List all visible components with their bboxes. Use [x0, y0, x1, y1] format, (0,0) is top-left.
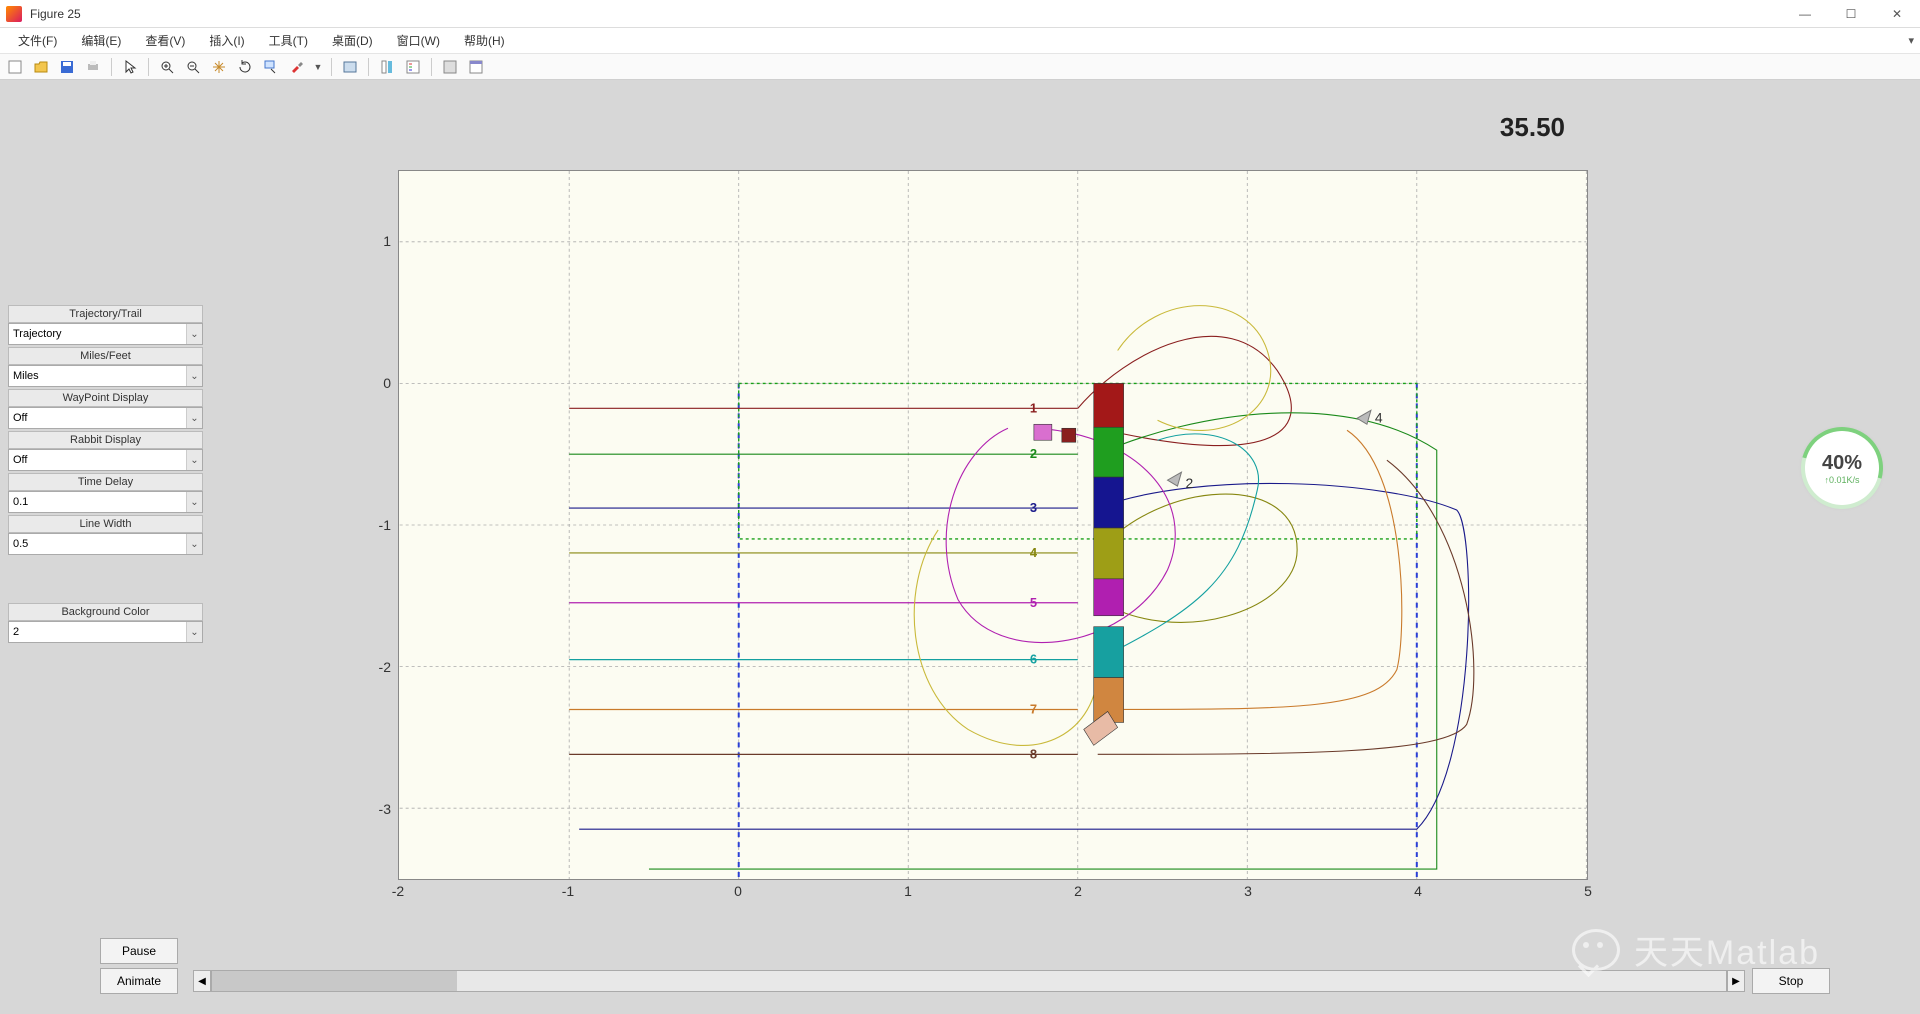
xtick: 2: [1074, 883, 1082, 899]
menu-view[interactable]: 查看(V): [133, 28, 197, 53]
open-icon[interactable]: [30, 56, 52, 78]
menu-edit[interactable]: 编辑(E): [69, 28, 133, 53]
menu-help[interactable]: 帮助(H): [452, 28, 517, 53]
waypoint-label: WayPoint Display: [8, 389, 203, 407]
minimize-button[interactable]: —: [1782, 0, 1828, 28]
animation-buttons: Pause Animate: [100, 938, 178, 994]
menu-desktop[interactable]: 桌面(D): [320, 28, 385, 53]
marker-2: 2: [1185, 475, 1193, 491]
chevron-down-icon: ⌄: [186, 622, 202, 642]
slider-left-icon[interactable]: ◀: [193, 970, 211, 992]
pan-icon[interactable]: [208, 56, 230, 78]
rabbit-select[interactable]: Off⌄: [8, 449, 203, 471]
chevron-down-icon: ⌄: [186, 324, 202, 344]
lane-label-1: 1: [1030, 400, 1037, 415]
menu-file[interactable]: 文件(F): [6, 28, 69, 53]
chevron-down-icon: ⌄: [186, 408, 202, 428]
lane-label-5: 5: [1030, 595, 1037, 610]
waypoint-select[interactable]: Off⌄: [8, 407, 203, 429]
trajectory-label: Trajectory/Trail: [8, 305, 203, 323]
linewidth-select[interactable]: 0.5⌄: [8, 533, 203, 555]
marker-4: 4: [1375, 409, 1383, 425]
chevron-down-icon: ⌄: [186, 534, 202, 554]
plot-area: 35.50 1 0 -1 -2 -3 -2 -1 0 1 2 3 4 5: [270, 110, 1585, 980]
new-figure-icon[interactable]: [4, 56, 26, 78]
lane-label-8: 8: [1030, 746, 1037, 761]
widget-speed: ↑0.01K/s: [1824, 475, 1859, 485]
milesfeet-label: Miles/Feet: [8, 347, 203, 365]
pause-button[interactable]: Pause: [100, 938, 178, 964]
xtick: -2: [392, 883, 404, 899]
milesfeet-select[interactable]: Miles⌄: [8, 365, 203, 387]
timedelay-label: Time Delay: [8, 473, 203, 491]
menu-overflow-icon[interactable]: ▾: [1908, 34, 1914, 47]
sim-time-label: 35.50: [1500, 112, 1565, 143]
menubar: 文件(F) 编辑(E) 查看(V) 插入(I) 工具(T) 桌面(D) 窗口(W…: [0, 28, 1920, 54]
xtick: 3: [1244, 883, 1252, 899]
widget-percent: 40%: [1822, 452, 1862, 475]
ytick: -1: [379, 517, 391, 533]
timedelay-select[interactable]: 0.1⌄: [8, 491, 203, 513]
ytick: -3: [379, 801, 391, 817]
window-title: Figure 25: [30, 7, 1782, 21]
watermark-text: 天天Matlab: [1634, 925, 1820, 974]
legend-icon[interactable]: [402, 56, 424, 78]
watermark: 天天Matlab: [1572, 925, 1820, 974]
chevron-down-icon: ⌄: [186, 492, 202, 512]
ytick: 1: [383, 233, 391, 249]
menu-insert[interactable]: 插入(I): [197, 28, 256, 53]
colorbar-icon[interactable]: [376, 56, 398, 78]
wechat-icon: [1572, 929, 1620, 971]
matlab-icon: [6, 6, 22, 22]
toolbar: ▼: [0, 54, 1920, 80]
datacursor-icon[interactable]: [260, 56, 282, 78]
pointer-icon[interactable]: [119, 56, 141, 78]
axes[interactable]: 2 4: [398, 170, 1588, 880]
xtick: 4: [1414, 883, 1422, 899]
xtick: 0: [734, 883, 742, 899]
brush-dropdown-icon[interactable]: ▼: [312, 56, 324, 78]
lane-label-2: 2: [1030, 446, 1037, 461]
left-control-panel: Trajectory/Trail Trajectory⌄ Miles/Feet …: [8, 305, 203, 645]
xtick: -1: [562, 883, 574, 899]
brush-icon[interactable]: [286, 56, 308, 78]
lane-label-7: 7: [1030, 701, 1037, 716]
bgcolor-label: Background Color: [8, 603, 203, 621]
rotate-icon[interactable]: [234, 56, 256, 78]
chevron-down-icon: ⌄: [186, 366, 202, 386]
trajectory-select[interactable]: Trajectory⌄: [8, 323, 203, 345]
window-controls: — ☐ ✕: [1782, 0, 1920, 28]
speed-widget[interactable]: 40% ↑0.01K/s: [1804, 430, 1880, 506]
rabbit-label: Rabbit Display: [8, 431, 203, 449]
ytick: -2: [379, 659, 391, 675]
lane-label-4: 4: [1030, 545, 1038, 560]
show-plot-icon[interactable]: [465, 56, 487, 78]
save-icon[interactable]: [56, 56, 78, 78]
maximize-button[interactable]: ☐: [1828, 0, 1874, 28]
lane-label-3: 3: [1030, 500, 1037, 515]
print-icon[interactable]: [82, 56, 104, 78]
figure-canvas: Trajectory/Trail Trajectory⌄ Miles/Feet …: [0, 80, 1920, 1014]
xtick: 5: [1584, 883, 1592, 899]
ytick: 0: [383, 375, 391, 391]
chevron-down-icon: ⌄: [186, 450, 202, 470]
xtick: 1: [904, 883, 912, 899]
close-button[interactable]: ✕: [1874, 0, 1920, 28]
bgcolor-select[interactable]: 2⌄: [8, 621, 203, 643]
plot-svg: 2 4: [399, 171, 1587, 879]
lane-label-6: 6: [1030, 652, 1037, 667]
menu-tools[interactable]: 工具(T): [257, 28, 320, 53]
animate-button[interactable]: Animate: [100, 968, 178, 994]
linewidth-label: Line Width: [8, 515, 203, 533]
hide-plot-icon[interactable]: [439, 56, 461, 78]
zoom-in-icon[interactable]: [156, 56, 178, 78]
menu-window[interactable]: 窗口(W): [385, 28, 452, 53]
zoom-out-icon[interactable]: [182, 56, 204, 78]
link-icon[interactable]: [339, 56, 361, 78]
titlebar: Figure 25 — ☐ ✕: [0, 0, 1920, 28]
